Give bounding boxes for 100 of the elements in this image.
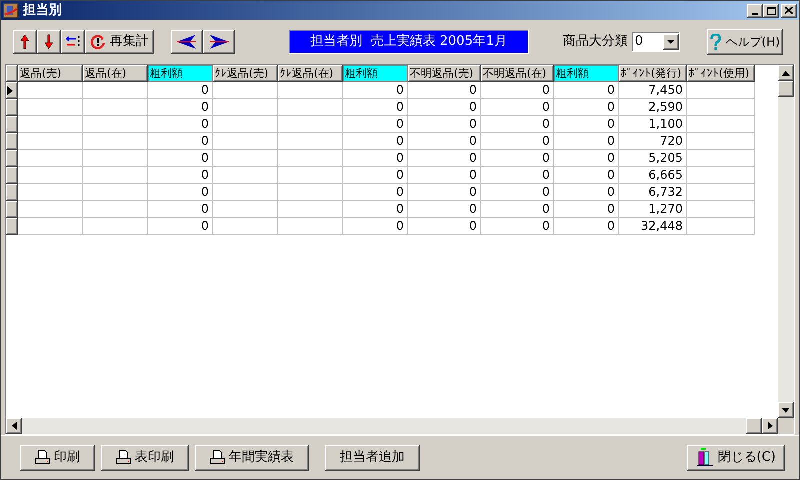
table-cell: 0 <box>343 116 408 133</box>
table-cell <box>278 167 343 184</box>
print-button[interactable]: 表印刷 <box>101 444 189 470</box>
table-cell <box>18 99 83 116</box>
table-cell <box>213 184 278 201</box>
row-header[interactable] <box>6 150 18 167</box>
table-cell: 0 <box>554 167 619 184</box>
table-cell <box>278 218 343 235</box>
row-header[interactable] <box>6 167 18 184</box>
row-header[interactable] <box>6 218 18 235</box>
row-header[interactable] <box>6 82 18 99</box>
scroll-thumb[interactable] <box>746 418 762 434</box>
table-cell: 0 <box>481 82 554 99</box>
table-cell <box>18 218 83 235</box>
table-cell <box>83 167 148 184</box>
scroll-right-icon <box>768 422 772 430</box>
table-cell: 720 <box>619 133 687 150</box>
table-cell: 0 <box>343 82 408 99</box>
corner-cell <box>6 65 18 82</box>
move-up-button[interactable] <box>13 30 37 54</box>
close-button[interactable] <box>781 4 797 18</box>
sort-button[interactable] <box>61 30 85 54</box>
arrow-up-icon <box>20 34 30 50</box>
table-cell <box>278 133 343 150</box>
table-cell <box>213 133 278 150</box>
table-cell <box>213 218 278 235</box>
table-cell: 0 <box>481 184 554 201</box>
table-cell: 0 <box>554 218 619 235</box>
table-cell: 32,448 <box>619 218 687 235</box>
table-cell: 0 <box>343 218 408 235</box>
table-cell: 7,450 <box>619 82 687 99</box>
table-cell: 0 <box>481 150 554 167</box>
move-down-button[interactable] <box>37 30 61 54</box>
table-cell: 1,270 <box>619 201 687 218</box>
sort-icon <box>65 35 81 49</box>
table-cell <box>83 184 148 201</box>
door-icon <box>696 448 714 468</box>
table-cell: 0 <box>554 82 619 99</box>
table-cell <box>687 116 755 133</box>
table-cell: 0 <box>343 150 408 167</box>
column-header: 粗利額 <box>343 65 408 82</box>
table-cell <box>83 150 148 167</box>
column-header: 粗利額 <box>148 65 213 82</box>
scroll-up-icon <box>782 70 790 76</box>
table-cell: 0 <box>408 218 481 235</box>
table-cell: 0 <box>148 201 213 218</box>
horizontal-scrollbar[interactable] <box>6 418 778 434</box>
table-cell <box>687 201 755 218</box>
table-cell: 0 <box>343 201 408 218</box>
column-header: ｸﾚ返品(在) <box>278 65 343 82</box>
table-cell <box>278 82 343 99</box>
table-cell: 0 <box>481 99 554 116</box>
table-cell <box>83 218 148 235</box>
table-cell <box>278 184 343 201</box>
help-button[interactable]: ヘルプ(H) <box>707 29 783 55</box>
add-button[interactable]: 担当者追加 <box>325 444 420 470</box>
table-cell <box>83 133 148 150</box>
table-cell: 0 <box>554 99 619 116</box>
table-cell: 5,205 <box>619 150 687 167</box>
table-cell <box>213 150 278 167</box>
table-cell <box>687 150 755 167</box>
scroll-left-icon <box>12 422 16 430</box>
close-window-button[interactable]: 閉じる(C) <box>686 444 785 470</box>
print-button[interactable]: 年間実績表 <box>195 444 309 470</box>
recalc-button[interactable]: 再集計 <box>85 30 154 54</box>
column-header: ﾎﾟｲﾝﾄ(発行) <box>619 65 687 82</box>
printer-icon <box>210 450 226 466</box>
table-cell: 2,590 <box>619 99 687 116</box>
table-cell <box>213 167 278 184</box>
next-button[interactable] <box>203 30 235 54</box>
scroll-down-icon <box>782 408 790 412</box>
row-header[interactable] <box>6 99 18 116</box>
table-cell <box>278 201 343 218</box>
table-cell <box>278 116 343 133</box>
table-cell <box>83 99 148 116</box>
print-button[interactable]: 印刷 <box>20 444 95 470</box>
table-cell <box>18 201 83 218</box>
row-header[interactable] <box>6 201 18 218</box>
table-cell <box>213 116 278 133</box>
scroll-thumb[interactable] <box>778 81 794 97</box>
column-header: 返品(在) <box>83 65 148 82</box>
table-cell <box>278 99 343 116</box>
row-header[interactable] <box>6 184 18 201</box>
table-cell <box>213 82 278 99</box>
table-cell <box>687 99 755 116</box>
row-header[interactable] <box>6 116 18 133</box>
category-select[interactable]: 0 <box>632 32 680 52</box>
table-cell: 0 <box>408 150 481 167</box>
table-cell: 0 <box>554 201 619 218</box>
close-icon <box>785 7 793 14</box>
current-row-icon <box>7 86 13 96</box>
table-cell: 0 <box>343 133 408 150</box>
row-header[interactable] <box>6 133 18 150</box>
maximize-button[interactable] <box>763 4 779 18</box>
table-cell <box>18 133 83 150</box>
vertical-scrollbar[interactable] <box>778 65 794 418</box>
column-header: ﾎﾟｲﾝﾄ(使用) <box>687 65 755 82</box>
previous-button[interactable] <box>171 30 203 54</box>
table-cell: 0 <box>481 116 554 133</box>
minimize-button[interactable] <box>747 4 763 18</box>
